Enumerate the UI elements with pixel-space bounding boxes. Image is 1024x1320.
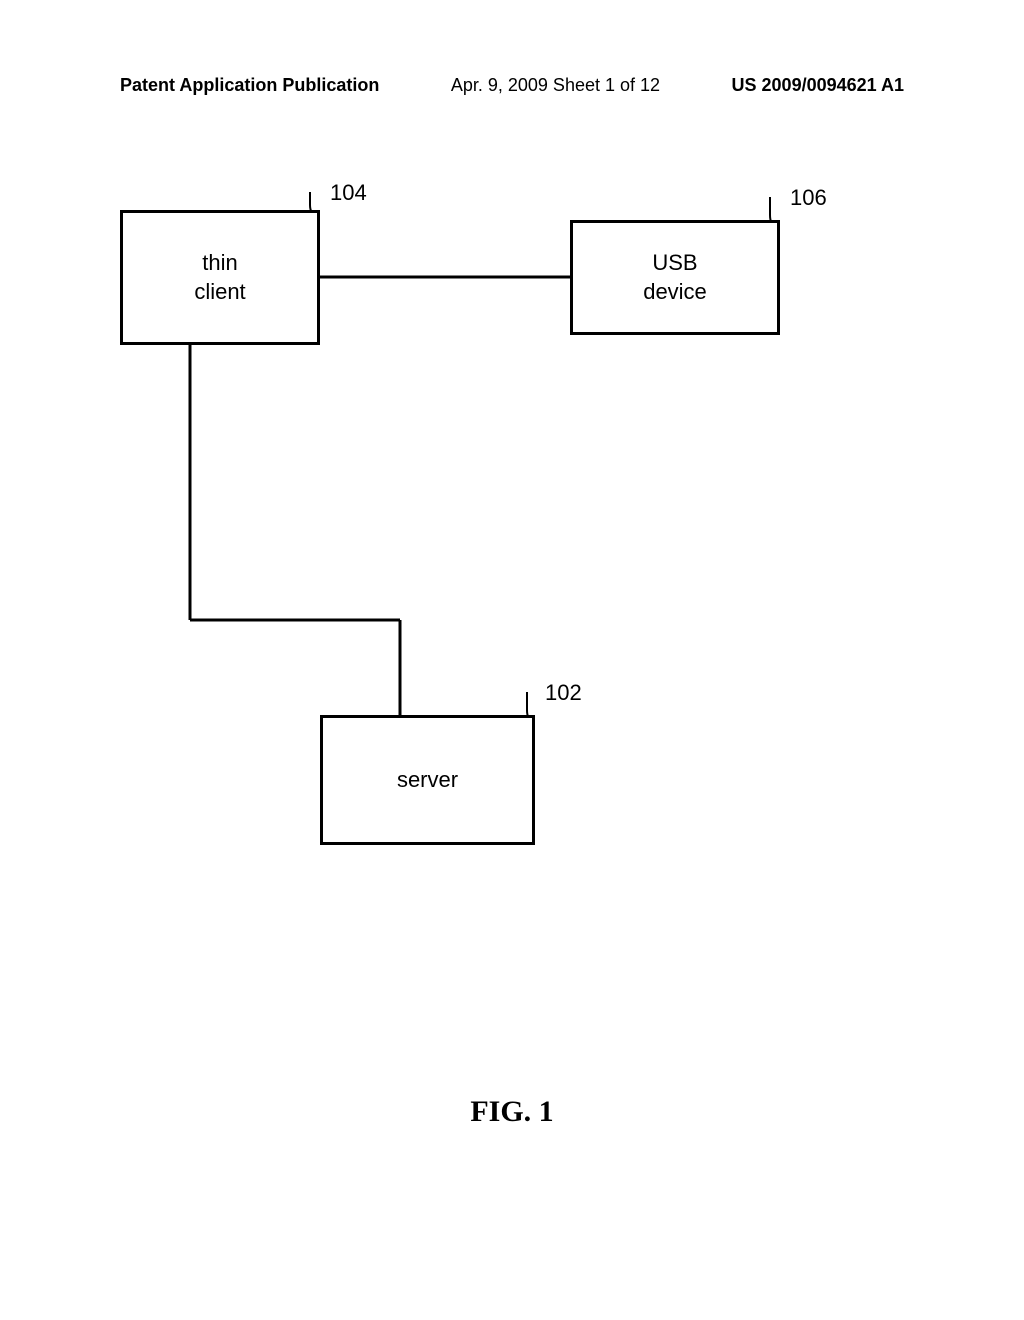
header-publication-number: US 2009/0094621 A1 <box>732 75 904 96</box>
header-publication-type: Patent Application Publication <box>120 75 379 96</box>
block-usb-device-label: USB device <box>643 249 707 306</box>
block-server: server <box>320 715 535 845</box>
server-label: server <box>397 766 458 795</box>
block-thin-client: thin client <box>120 210 320 345</box>
reference-label-104: 104 <box>330 180 367 206</box>
header-date-sheet: Apr. 9, 2009 Sheet 1 of 12 <box>451 75 660 96</box>
reference-label-106: 106 <box>790 185 827 211</box>
block-usb-device: USB device <box>570 220 780 335</box>
thin-client-label-line1: thin <box>202 250 237 275</box>
figure-diagram: thin client USB device server 104 106 10… <box>0 170 1024 1070</box>
reference-label-102: 102 <box>545 680 582 706</box>
page-header: Patent Application Publication Apr. 9, 2… <box>0 75 1024 96</box>
figure-caption: FIG. 1 <box>0 1095 1024 1129</box>
usb-device-label-line1: USB <box>652 250 697 275</box>
usb-device-label-line2: device <box>643 279 707 304</box>
block-thin-client-label: thin client <box>194 249 245 306</box>
thin-client-label-line2: client <box>194 279 245 304</box>
